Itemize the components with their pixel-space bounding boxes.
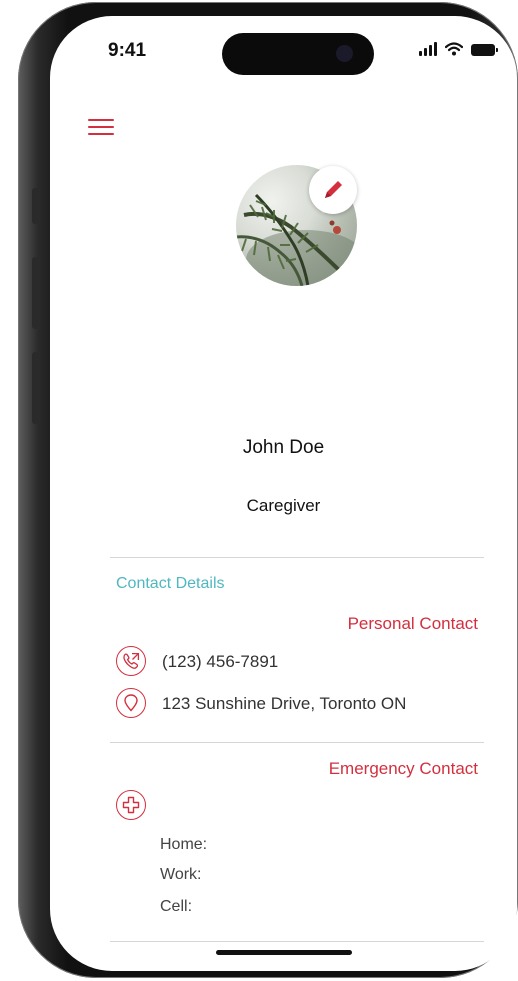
home-indicator[interactable]: [216, 950, 352, 955]
wifi-icon: [445, 42, 463, 56]
volume-down-button: [32, 352, 40, 424]
phone-number[interactable]: (123) 456-7891: [162, 652, 278, 672]
profile-role: Caregiver: [246, 496, 321, 515]
phone-frame: 9:41 John Doe Caregiver Contact Details …: [18, 2, 518, 978]
divider: [110, 557, 484, 558]
signal-icon: [419, 42, 437, 56]
volume-up-button: [32, 257, 40, 329]
dynamic-island: [222, 33, 374, 75]
battery-icon: [471, 44, 498, 56]
edit-profile-button[interactable]: [309, 166, 357, 214]
emergency-contact-heading: Emergency Contact: [328, 759, 478, 778]
status-time: 9:41: [108, 40, 147, 61]
divider: [110, 742, 484, 743]
personal-contact-heading: Personal Contact: [347, 614, 478, 633]
emergency-home-label: Home:: [160, 836, 208, 853]
address[interactable]: 123 Sunshine Drive, Toronto ON: [162, 694, 406, 714]
contact-details-title: Contact Details: [116, 575, 225, 592]
profile-name: John Doe: [242, 437, 325, 458]
emergency-work-label: Work:: [160, 866, 202, 883]
hamburger-menu-icon[interactable]: [88, 116, 116, 140]
action-button: [32, 188, 40, 224]
medical-cross-icon: [116, 790, 146, 820]
front-camera: [336, 45, 353, 62]
phone-call-icon[interactable]: [116, 646, 146, 676]
emergency-cell-label: Cell:: [160, 898, 193, 915]
location-pin-icon[interactable]: [116, 688, 146, 718]
screen: 9:41 John Doe Caregiver Contact Details …: [50, 16, 517, 971]
divider: [110, 941, 484, 942]
status-icons: [419, 42, 498, 56]
pencil-icon: [325, 181, 342, 198]
